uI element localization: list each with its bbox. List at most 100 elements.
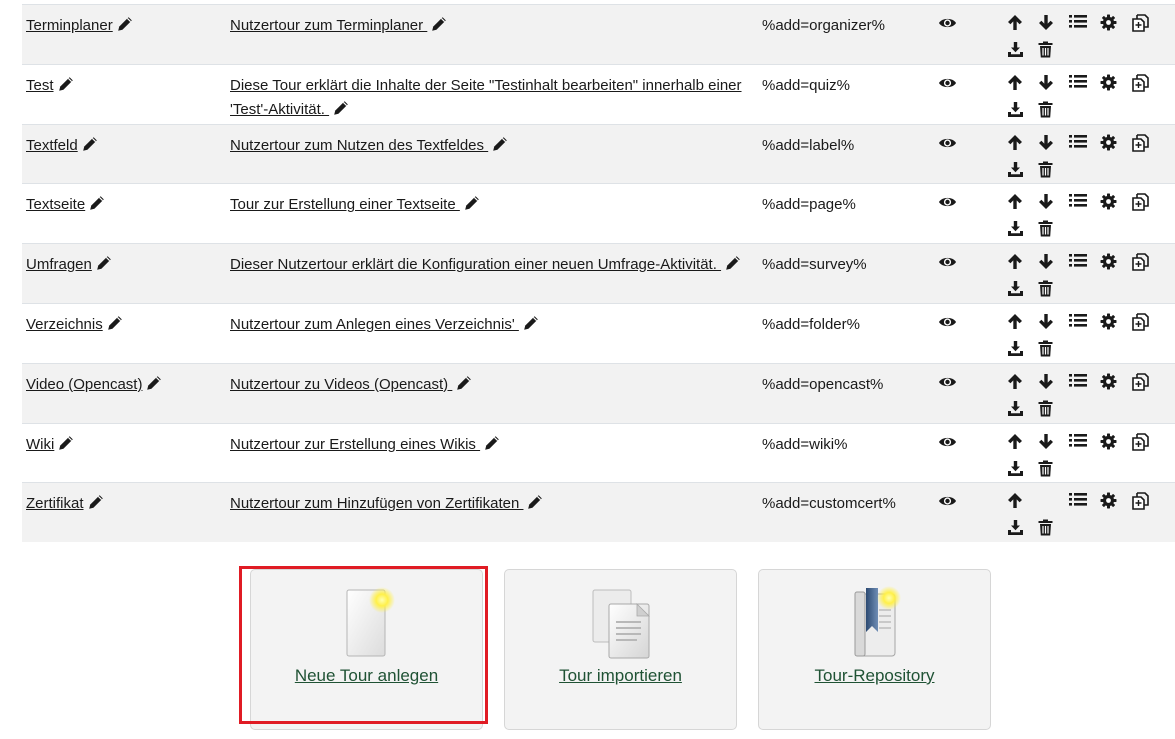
pencil-icon[interactable]: [333, 100, 349, 124]
pencil-icon[interactable]: [88, 494, 104, 518]
copy-icon[interactable]: [1130, 251, 1150, 273]
trash-icon[interactable]: [1037, 278, 1057, 300]
trash-icon[interactable]: [1037, 99, 1057, 121]
pencil-icon[interactable]: [527, 494, 543, 518]
trash-icon[interactable]: [1037, 39, 1057, 61]
tour-name-link[interactable]: Test: [26, 77, 54, 94]
arrow-up-icon[interactable]: [1006, 311, 1026, 333]
arrow-up-icon[interactable]: [1006, 191, 1026, 213]
eye-icon[interactable]: [938, 196, 957, 213]
tour-description-link[interactable]: Nutzertour zum Anlegen eines Verzeichnis…: [230, 316, 519, 333]
pencil-icon[interactable]: [58, 76, 74, 100]
download-icon[interactable]: [1006, 39, 1026, 61]
gear-icon[interactable]: [1099, 191, 1119, 213]
pencil-icon[interactable]: [96, 255, 112, 279]
tour-name-link[interactable]: Wiki: [26, 436, 54, 453]
tour-description-link[interactable]: Diese Tour erklärt die Inhalte der Seite…: [230, 77, 742, 118]
copy-icon[interactable]: [1130, 191, 1150, 213]
tour-description-link[interactable]: Dieser Nutzertour erklärt die Konfigurat…: [230, 256, 721, 273]
list-icon[interactable]: [1068, 371, 1088, 393]
download-icon[interactable]: [1006, 398, 1026, 420]
eye-icon[interactable]: [938, 137, 957, 154]
arrow-down-icon[interactable]: [1037, 371, 1057, 393]
gear-icon[interactable]: [1099, 431, 1119, 453]
arrow-down-icon[interactable]: [1037, 431, 1057, 453]
copy-icon[interactable]: [1130, 490, 1150, 512]
eye-icon[interactable]: [938, 495, 957, 512]
eye-icon[interactable]: [938, 256, 957, 273]
pencil-icon[interactable]: [82, 136, 98, 160]
arrow-up-icon[interactable]: [1006, 251, 1026, 273]
arrow-up-icon[interactable]: [1006, 72, 1026, 94]
list-icon[interactable]: [1068, 132, 1088, 154]
download-icon[interactable]: [1006, 159, 1026, 181]
eye-icon[interactable]: [938, 77, 957, 94]
copy-icon[interactable]: [1130, 132, 1150, 154]
pencil-icon[interactable]: [725, 255, 741, 279]
tour-name-link[interactable]: Textseite: [26, 196, 85, 213]
pencil-icon[interactable]: [58, 435, 74, 459]
trash-icon[interactable]: [1037, 517, 1057, 539]
eye-icon[interactable]: [938, 17, 957, 34]
gear-icon[interactable]: [1099, 490, 1119, 512]
tour-description-link[interactable]: Nutzertour zum Hinzufügen von Zertifikat…: [230, 495, 523, 512]
tour-description-link[interactable]: Nutzertour zu Videos (Opencast): [230, 376, 452, 393]
list-icon[interactable]: [1068, 72, 1088, 94]
gear-icon[interactable]: [1099, 12, 1119, 34]
copy-icon[interactable]: [1130, 371, 1150, 393]
gear-icon[interactable]: [1099, 72, 1119, 94]
arrow-up-icon[interactable]: [1006, 431, 1026, 453]
list-icon[interactable]: [1068, 311, 1088, 333]
arrow-down-icon[interactable]: [1037, 132, 1057, 154]
tour-description-link[interactable]: Nutzertour zur Erstellung eines Wikis: [230, 436, 480, 453]
tour-description-link[interactable]: Nutzertour zum Nutzen des Textfeldes: [230, 137, 488, 154]
trash-icon[interactable]: [1037, 398, 1057, 420]
arrow-up-icon[interactable]: [1006, 490, 1026, 512]
import-tour-card[interactable]: Tour importieren: [504, 569, 737, 730]
tour-name-link[interactable]: Zertifikat: [26, 495, 84, 512]
download-icon[interactable]: [1006, 99, 1026, 121]
arrow-up-icon[interactable]: [1006, 12, 1026, 34]
eye-icon[interactable]: [938, 436, 957, 453]
arrow-down-icon[interactable]: [1037, 251, 1057, 273]
download-icon[interactable]: [1006, 338, 1026, 360]
gear-icon[interactable]: [1099, 132, 1119, 154]
arrow-down-icon[interactable]: [1037, 12, 1057, 34]
copy-icon[interactable]: [1130, 12, 1150, 34]
list-icon[interactable]: [1068, 12, 1088, 34]
download-icon[interactable]: [1006, 218, 1026, 240]
tour-name-link[interactable]: Verzeichnis: [26, 316, 103, 333]
eye-icon[interactable]: [938, 376, 957, 393]
pencil-icon[interactable]: [484, 435, 500, 459]
pencil-icon[interactable]: [89, 195, 105, 219]
gear-icon[interactable]: [1099, 251, 1119, 273]
tour-name-link[interactable]: Video (Opencast): [26, 376, 142, 393]
list-icon[interactable]: [1068, 431, 1088, 453]
pencil-icon[interactable]: [431, 16, 447, 40]
copy-icon[interactable]: [1130, 72, 1150, 94]
tour-name-link[interactable]: Textfeld: [26, 137, 78, 154]
eye-icon[interactable]: [938, 316, 957, 333]
tour-name-link[interactable]: Terminplaner: [26, 17, 113, 34]
tour-repository-card[interactable]: Tour-Repository: [758, 569, 991, 730]
arrow-down-icon[interactable]: [1037, 311, 1057, 333]
pencil-icon[interactable]: [146, 375, 162, 399]
pencil-icon[interactable]: [523, 315, 539, 339]
list-icon[interactable]: [1068, 191, 1088, 213]
arrow-up-icon[interactable]: [1006, 371, 1026, 393]
pencil-icon[interactable]: [107, 315, 123, 339]
tour-description-link[interactable]: Nutzertour zum Terminplaner: [230, 17, 427, 34]
gear-icon[interactable]: [1099, 311, 1119, 333]
arrow-down-icon[interactable]: [1037, 72, 1057, 94]
download-icon[interactable]: [1006, 278, 1026, 300]
list-icon[interactable]: [1068, 251, 1088, 273]
arrow-up-icon[interactable]: [1006, 132, 1026, 154]
download-icon[interactable]: [1006, 458, 1026, 480]
pencil-icon[interactable]: [464, 195, 480, 219]
arrow-down-icon[interactable]: [1037, 191, 1057, 213]
tour-name-link[interactable]: Umfragen: [26, 256, 92, 273]
trash-icon[interactable]: [1037, 218, 1057, 240]
trash-icon[interactable]: [1037, 338, 1057, 360]
tour-description-link[interactable]: Tour zur Erstellung einer Textseite: [230, 196, 460, 213]
trash-icon[interactable]: [1037, 458, 1057, 480]
